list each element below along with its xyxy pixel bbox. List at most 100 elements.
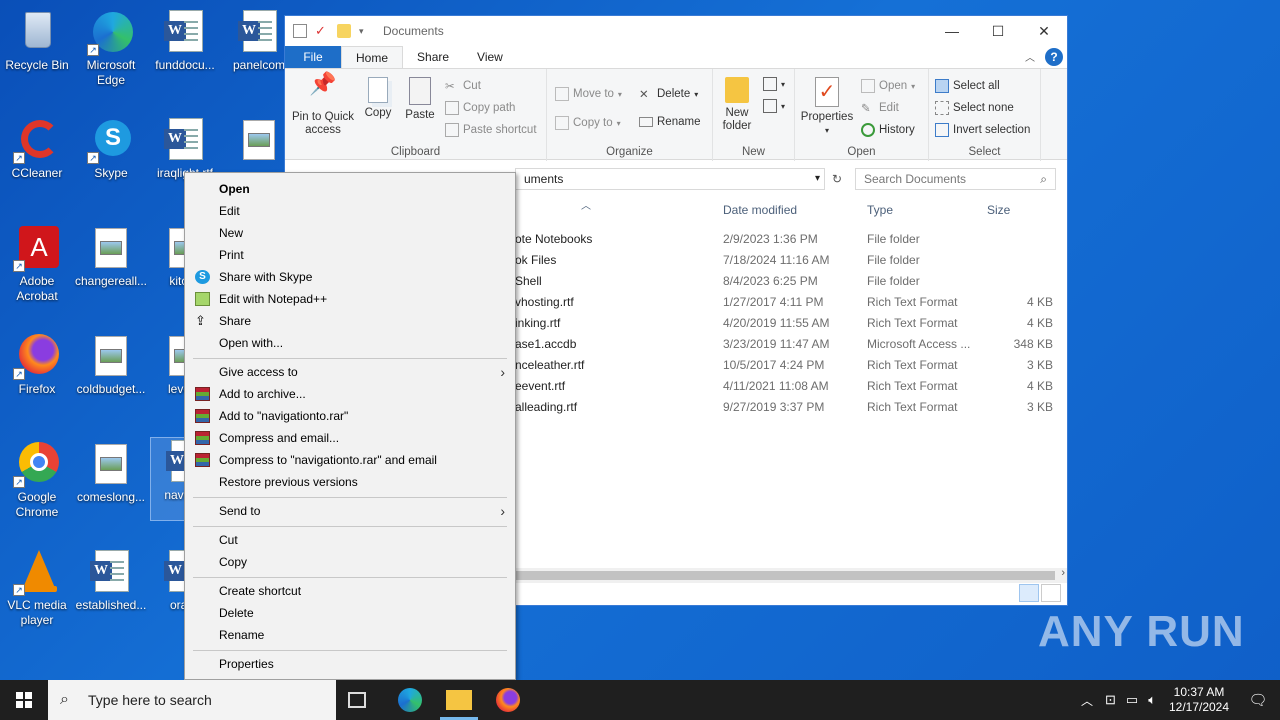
- paste-button[interactable]: Paste: [401, 77, 439, 122]
- file-row[interactable]: inking.rtf 4/20/2019 11:55 AM Rich Text Fo…: [515, 313, 1067, 334]
- menu-item-new[interactable]: New: [185, 222, 515, 244]
- taskbar-search[interactable]: ⌕ Type here to search: [48, 680, 336, 720]
- open-button[interactable]: Open ▾: [861, 79, 915, 93]
- scrollbar-thumb[interactable]: [515, 571, 1055, 580]
- history-button[interactable]: History: [861, 123, 915, 137]
- menu-item-compress-rar-email[interactable]: Compress to "navigationto.rar" and email: [185, 449, 515, 471]
- select-none-button[interactable]: Select none: [935, 101, 1014, 115]
- tab-share[interactable]: Share: [403, 46, 463, 68]
- tab-home[interactable]: Home: [341, 46, 404, 68]
- rename-button[interactable]: Rename: [639, 116, 700, 128]
- desktop-icon-chrome[interactable]: ↗ Google Chrome: [0, 440, 74, 520]
- horizontal-scrollbar[interactable]: ›: [515, 567, 1067, 583]
- menu-item-properties[interactable]: Properties: [185, 653, 515, 675]
- minimize-button[interactable]: —: [929, 16, 975, 46]
- search-box[interactable]: Search Documents ⌕: [855, 168, 1056, 190]
- collapse-ribbon-icon[interactable]: ︿: [1025, 49, 1035, 64]
- close-button[interactable]: ✕: [1021, 16, 1067, 46]
- menu-item-open-with[interactable]: Open with...: [185, 332, 515, 354]
- file-explorer-taskbar-icon[interactable]: [446, 690, 472, 710]
- chevron-down-icon[interactable]: ▾: [815, 169, 820, 189]
- pin-quick-access-button[interactable]: 📌 Pin to Quick access: [289, 73, 357, 137]
- tab-view[interactable]: View: [463, 46, 517, 68]
- firefox-taskbar-icon[interactable]: [496, 688, 520, 712]
- customize-dropdown-icon[interactable]: ▾: [359, 24, 373, 38]
- edge-taskbar-icon[interactable]: [398, 688, 422, 712]
- menu-item-delete[interactable]: Delete: [185, 602, 515, 624]
- desktop-icon-funddocu[interactable]: W funddocu...: [148, 8, 222, 73]
- show-hidden-icons-icon[interactable]: ︿: [1081, 692, 1093, 709]
- edit-button[interactable]: ✎ Edit: [861, 101, 899, 115]
- refresh-icon[interactable]: ↻: [827, 168, 847, 190]
- menu-item-send-to[interactable]: Send to ›: [185, 500, 515, 522]
- desktop-icon-edge[interactable]: ↗ Microsoft Edge: [74, 8, 148, 88]
- network-icon[interactable]: ⊡: [1105, 692, 1116, 708]
- menu-item-add-archive[interactable]: Add to archive...: [185, 383, 515, 405]
- file-row[interactable]: eevent.rtf 4/11/2021 11:08 AM Rich Text Fo…: [515, 376, 1067, 397]
- clock[interactable]: 10:37 AM 12/17/2024: [1162, 685, 1236, 715]
- cut-button[interactable]: ✂ Cut: [445, 79, 481, 93]
- menu-item-give-access[interactable]: Give access to ›: [185, 361, 515, 383]
- menu-item-compress-email[interactable]: Compress and email...: [185, 427, 515, 449]
- undo-check-icon[interactable]: ✓: [315, 24, 329, 38]
- new-folder-quick-icon[interactable]: [337, 24, 351, 38]
- properties-button[interactable]: ✓ Properties ▾: [797, 77, 857, 137]
- desktop-icon-changereall[interactable]: changereall...: [74, 224, 148, 289]
- task-view-icon[interactable]: [348, 692, 366, 708]
- file-row[interactable]: ase1.accdb 3/23/2019 11:47 AM Microsoft Ac…: [515, 334, 1067, 355]
- desktop-icon-vlc[interactable]: ↗ VLC media player: [0, 548, 74, 628]
- maximize-button[interactable]: ☐: [975, 16, 1021, 46]
- menu-item-print[interactable]: Print: [185, 244, 515, 266]
- notifications-icon[interactable]: 🗨︎: [1236, 691, 1280, 709]
- select-all-button[interactable]: Select all: [935, 79, 1000, 93]
- invert-selection-button[interactable]: Invert selection: [935, 123, 1030, 137]
- desktop-icon-ccleaner[interactable]: ↗ CCleaner: [0, 116, 74, 181]
- menu-item-cut[interactable]: Cut: [185, 529, 515, 551]
- start-button[interactable]: [0, 680, 48, 720]
- scroll-right-icon[interactable]: ›: [1061, 567, 1065, 579]
- file-row[interactable]: Shell 8/4/2023 6:25 PM File folder: [515, 271, 1067, 292]
- desktop-icon-acrobat[interactable]: A ↗ Adobe Acrobat: [0, 224, 74, 304]
- volume-icon[interactable]: 🔈︎: [1148, 692, 1156, 708]
- file-row[interactable]: vhosting.rtf 1/27/2017 4:11 PM Rich Text F…: [515, 292, 1067, 313]
- menu-item-copy[interactable]: Copy: [185, 551, 515, 573]
- delete-button[interactable]: ✕ Delete ▾: [639, 87, 698, 101]
- move-to-button[interactable]: Move to ▾: [555, 87, 622, 101]
- desktop-icon-recycle-bin[interactable]: Recycle Bin: [0, 8, 74, 73]
- desktop-icon-comeslong[interactable]: comeslong...: [74, 440, 148, 505]
- file-row[interactable]: nceleather.rtf 10/5/2017 4:24 PM Rich Text…: [515, 355, 1067, 376]
- copy-to-button[interactable]: Copy to ▾: [555, 116, 621, 130]
- address-bar[interactable]: uments ▾: [515, 168, 825, 190]
- menu-item-restore-versions[interactable]: Restore previous versions: [185, 471, 515, 493]
- properties-quick-icon[interactable]: [293, 24, 307, 38]
- column-size[interactable]: Size: [987, 203, 1010, 217]
- file-row[interactable]: alleading.rtf 9/27/2019 3:37 PM Rich Text …: [515, 397, 1067, 418]
- file-row[interactable]: ote Notebooks 2/9/2023 1:36 PM File folder: [515, 229, 1067, 250]
- menu-item-create-shortcut[interactable]: Create shortcut: [185, 580, 515, 602]
- desktop-icon-coldbudget[interactable]: coldbudget...: [74, 332, 148, 397]
- menu-item-edit[interactable]: Edit: [185, 200, 515, 222]
- new-folder-button[interactable]: New folder: [717, 77, 757, 133]
- details-view-icon[interactable]: [1019, 584, 1039, 602]
- large-icons-view-icon[interactable]: [1041, 584, 1061, 602]
- paste-shortcut-button[interactable]: Paste shortcut: [445, 123, 537, 137]
- desktop-icon-established[interactable]: W established...: [74, 548, 148, 613]
- menu-item-share-skype[interactable]: S Share with Skype: [185, 266, 515, 288]
- easy-access-button[interactable]: ▾: [763, 99, 785, 113]
- column-type[interactable]: Type: [867, 203, 893, 217]
- tab-file[interactable]: File: [285, 46, 341, 68]
- menu-item-share[interactable]: ⇪ Share: [185, 310, 515, 332]
- new-item-button[interactable]: ▾: [763, 77, 785, 91]
- column-date-modified[interactable]: Date modified: [723, 203, 797, 217]
- desktop-icon-firefox[interactable]: ↗ Firefox: [0, 332, 74, 397]
- menu-item-rename[interactable]: Rename: [185, 624, 515, 646]
- menu-item-add-to-rar[interactable]: Add to "navigationto.rar": [185, 405, 515, 427]
- file-row[interactable]: ok Files 7/18/2024 11:16 AM File folder: [515, 250, 1067, 271]
- desktop-icon-skype[interactable]: S ↗ Skype: [74, 116, 148, 181]
- menu-item-notepadpp[interactable]: Edit with Notepad++: [185, 288, 515, 310]
- help-button[interactable]: ?: [1045, 48, 1063, 66]
- copy-path-button[interactable]: Copy path: [445, 101, 515, 115]
- copy-button[interactable]: Copy: [359, 77, 397, 120]
- menu-item-open[interactable]: Open: [185, 178, 515, 200]
- ethernet-icon[interactable]: ▭: [1126, 692, 1138, 708]
